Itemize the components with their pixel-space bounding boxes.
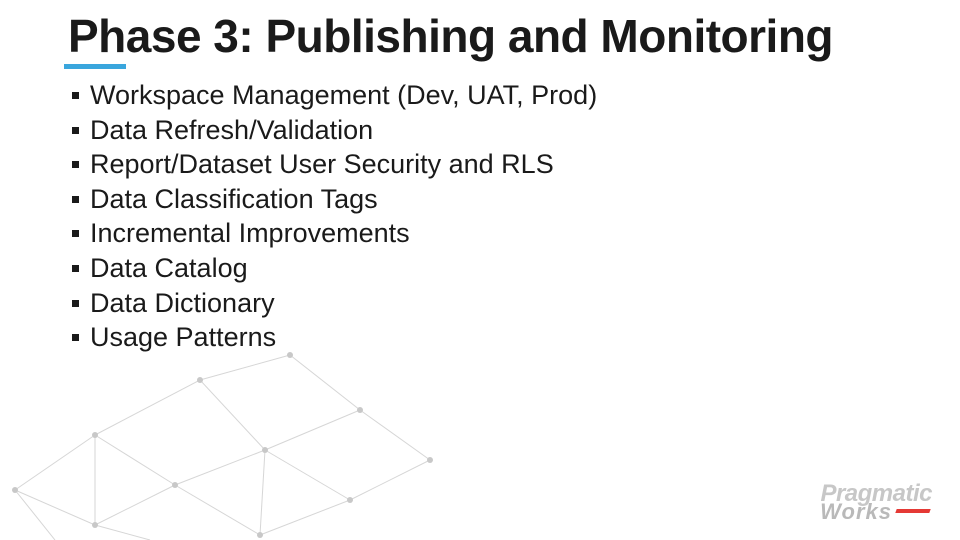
list-item: Incremental Improvements [72,216,892,251]
list-item: Data Catalog [72,251,892,286]
list-item: Usage Patterns [72,320,892,355]
list-item: Report/Dataset User Security and RLS [72,147,892,182]
logo-word-2-text: Works [820,499,892,524]
list-item: Data Dictionary [72,286,892,321]
title-underline [64,64,126,69]
list-item: Data Classification Tags [72,182,892,217]
list-item: Workspace Management (Dev, UAT, Prod) [72,78,892,113]
title-block: Phase 3: Publishing and Monitoring [68,12,892,60]
logo-accent-icon [895,509,930,513]
bullet-list: Workspace Management (Dev, UAT, Prod) Da… [72,78,892,354]
brand-logo: Pragmatic Works [820,483,932,522]
list-item: Data Refresh/Validation [72,113,892,148]
slide-title: Phase 3: Publishing and Monitoring [68,12,892,60]
background-mesh-icon [0,340,480,540]
logo-word-2: Works [820,502,930,522]
slide: Phase 3: Publishing and Monitoring Works… [0,0,960,540]
